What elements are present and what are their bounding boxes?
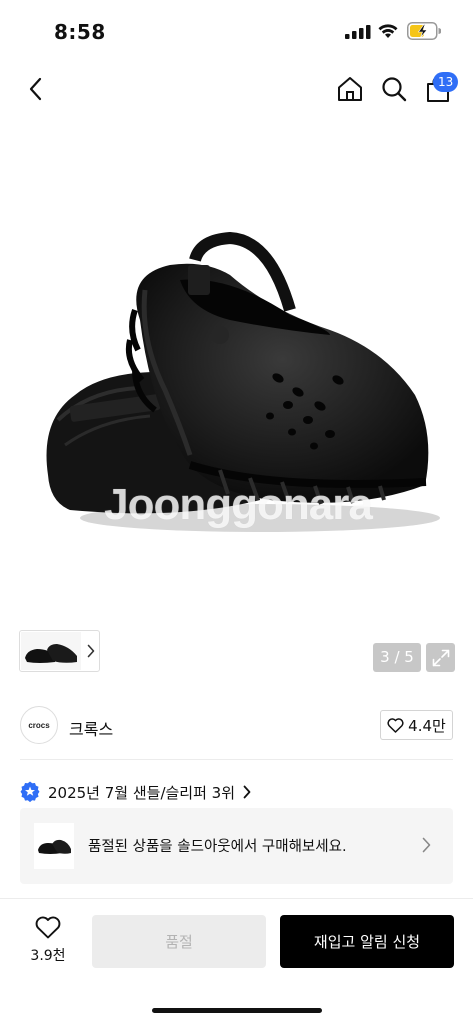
restock-alert-label: 재입고 알림 신청 — [313, 933, 421, 951]
expand-image-button[interactable] — [426, 643, 455, 672]
search-button[interactable] — [377, 72, 411, 106]
soldout-button: 품절 — [92, 915, 266, 968]
chevron-right-icon — [422, 837, 431, 853]
wishlist-count: 3.9천 — [30, 948, 66, 964]
cart-count-badge: 13 — [433, 72, 459, 92]
brand-logo-text: crocs — [28, 720, 50, 730]
home-icon — [338, 77, 362, 101]
notice-product-thumbnail — [34, 823, 74, 869]
back-icon — [29, 77, 42, 101]
search-icon — [382, 77, 407, 102]
chevron-right-icon — [243, 785, 251, 799]
battery-charging-icon — [407, 22, 441, 40]
heart-icon — [35, 916, 61, 939]
bottom-bar-divider — [0, 898, 473, 899]
cellular-signal-icon — [345, 25, 371, 39]
home-indicator — [152, 1008, 322, 1013]
heart-icon — [387, 717, 404, 733]
wishlist-button[interactable]: 3.9천 — [24, 916, 72, 968]
chevron-right-icon — [87, 644, 95, 658]
expand-icon — [432, 649, 449, 666]
product-thumbnail[interactable] — [21, 632, 81, 670]
product-thumbnail — [38, 839, 71, 854]
soldout-label: 품절 — [165, 933, 193, 951]
ranking-badge-icon — [20, 781, 40, 803]
brand-name[interactable]: 크록스 — [69, 716, 113, 740]
soldout-notice-card[interactable]: 품절된 상품을 솔드아웃에서 구매해보세요. — [20, 808, 453, 884]
ranking-label: 2025년 7월 샌들/슬리퍼 3위 — [48, 783, 236, 802]
status-time: 8:58 — [54, 20, 106, 44]
brand-logo[interactable]: crocs — [20, 706, 58, 744]
status-bar: 8:58 — [0, 0, 473, 62]
notice-text: 품절된 상품을 솔드아웃에서 구매해보세요. — [88, 839, 347, 855]
top-header: 13 — [0, 62, 473, 118]
back-button[interactable] — [20, 72, 50, 106]
image-page-indicator: 3 / 5 — [373, 643, 421, 672]
wifi-icon — [378, 24, 398, 38]
brand-row: crocs 크록스 4.4만 — [0, 691, 473, 759]
divider — [20, 759, 453, 760]
brand-like-count: 4.4만 — [408, 716, 446, 735]
brand-like-button[interactable]: 4.4만 — [380, 710, 453, 740]
ranking-link[interactable]: 2025년 7월 샌들/슬리퍼 3위 — [20, 778, 251, 806]
home-button[interactable] — [333, 72, 367, 106]
restock-alert-button[interactable]: 재입고 알림 신청 — [280, 915, 454, 968]
thumbnail-strip[interactable] — [19, 630, 100, 672]
watermark: Joonggonara — [104, 480, 373, 529]
